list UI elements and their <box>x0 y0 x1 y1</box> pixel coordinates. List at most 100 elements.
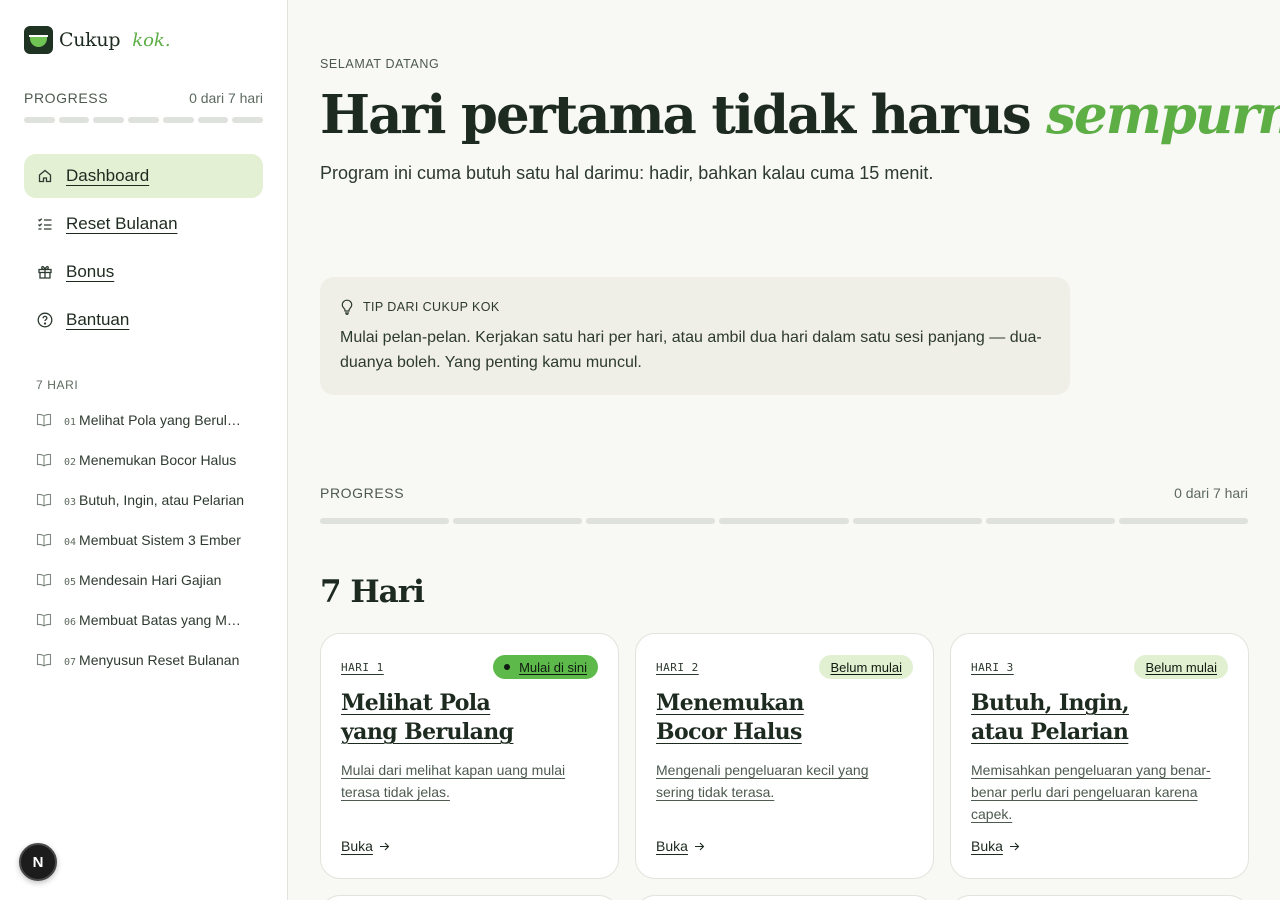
main-nav: Dashboard Reset Bulanan Bonus Bantuan <box>24 154 263 342</box>
card-description: Memisahkan pengeluaran yang benar-benar … <box>971 762 1211 822</box>
day-link-label: 06Membuat Batas yang Masuk Akal <box>64 612 246 628</box>
day-link-06[interactable]: 06Membuat Batas yang Masuk Akal <box>24 600 263 640</box>
days-section-heading: 7 Hari <box>320 574 425 610</box>
open-book-icon <box>36 452 52 468</box>
card-open-link[interactable]: Buka <box>656 838 705 854</box>
card-day-label: HARI 1 <box>341 660 384 674</box>
progress-segment <box>93 117 125 123</box>
page-subtitle: Program ini cuma butuh satu hal darimu: … <box>320 163 934 183</box>
open-book-icon <box>36 572 52 588</box>
help-circle-icon <box>37 312 53 328</box>
home-icon <box>37 168 53 184</box>
progress-segment <box>320 518 450 524</box>
day-card-partial <box>950 895 1249 900</box>
arrow-right-icon <box>1009 842 1020 851</box>
page-title: Hari pertama tidak harus sempurna. <box>320 84 1280 146</box>
nav-item-bantuan[interactable]: Bantuan <box>24 298 263 342</box>
days-section-title: 7 HARI <box>36 378 79 392</box>
brand-tagline: kok. <box>132 29 171 51</box>
open-book-icon <box>36 612 52 628</box>
progress-segment <box>453 518 583 524</box>
sidebar-progress: PROGRESS 0 dari 7 hari <box>24 90 264 123</box>
progress-segment <box>197 117 229 123</box>
next-cards-row <box>320 895 1249 900</box>
brand[interactable]: Cukup kok. <box>24 26 263 54</box>
arrow-right-icon <box>694 842 705 851</box>
status-dot-icon <box>504 664 511 670</box>
main-progress-count: 0 dari 7 hari <box>1174 485 1248 501</box>
nav-item-dashboard[interactable]: Dashboard <box>24 154 263 198</box>
floating-n-button[interactable]: N <box>19 843 57 881</box>
tip-body: Mulai pelan-pelan. Kerjakan satu hari pe… <box>340 329 1042 371</box>
progress-segment <box>852 518 982 524</box>
main-progress: PROGRESS 0 dari 7 hari <box>320 485 1248 524</box>
day-link-03[interactable]: 03 Butuh, Ingin, atau Pelarian <box>24 480 263 520</box>
progress-segment <box>985 518 1115 524</box>
day-cards: HARI 1 Mulai di sini Melihat Pola yang Be… <box>320 633 1249 879</box>
days-list: 01 Melihat Pola yang Berulang 02 Menemukan… <box>24 400 263 680</box>
card-description: Mulai dari melihat kapan uang mulai tera… <box>341 762 566 800</box>
day-link-05[interactable]: 05 Mendesain Hari Gajian <box>24 560 263 600</box>
card-open-link[interactable]: Buka <box>341 838 390 854</box>
day-card-2[interactable]: HARI 2 Belum mulai Menemukan Bocor Halus … <box>635 633 934 879</box>
day-link-label: 02 Menemukan Bocor Halus <box>64 452 237 468</box>
progress-segment <box>719 518 849 524</box>
day-link-label: 03 Butuh, Ingin, atau Pelarian <box>64 492 245 508</box>
card-title[interactable]: Melihat Pola yang Berulang <box>341 689 571 747</box>
status-badge: Belum mulai <box>1134 655 1228 679</box>
progress-segment <box>128 117 159 123</box>
day-link-04[interactable]: 04 Membuat Sistem 3 Ember <box>24 520 263 560</box>
page-title-accent: sempurna <box>1046 84 1280 146</box>
sidebar-progress-bar <box>24 117 264 123</box>
day-card-1[interactable]: HARI 1 Mulai di sini Melihat Pola yang Be… <box>320 633 619 879</box>
day-link-label: 07 Menyusun Reset Bulanan <box>64 652 240 668</box>
card-day-label: HARI 2 <box>656 660 699 674</box>
open-book-icon <box>36 492 52 508</box>
open-book-icon <box>36 412 52 428</box>
day-card-partial <box>320 895 619 900</box>
progress-segment <box>586 518 716 524</box>
sidebar: Cukup kok. PROGRESS 0 dari 7 hari Dashbo… <box>0 0 288 900</box>
card-title[interactable]: Menemukan Bocor Halus <box>656 689 886 747</box>
progress-segment <box>1118 518 1248 524</box>
day-link-02[interactable]: 02 Menemukan Bocor Halus <box>24 440 263 480</box>
tip-box: TIP DARI CUKUP KOK Mulai pelan-pelan. Ke… <box>320 277 1070 395</box>
card-description: Mengenali pengeluaran kecil yang sering … <box>656 762 869 800</box>
progress-segment <box>162 117 194 123</box>
sidebar-progress-count: 0 dari 7 hari <box>189 90 263 106</box>
tip-header: TIP DARI CUKUP KOK <box>340 299 1050 315</box>
card-day-label: HARI 3 <box>971 660 1014 674</box>
open-book-icon <box>36 532 52 548</box>
status-badge: Belum mulai <box>819 655 913 679</box>
sidebar-progress-label: PROGRESS <box>24 90 109 106</box>
day-link-label: 01 Melihat Pola yang Berulang <box>64 412 246 428</box>
card-open-link[interactable]: Buka <box>971 838 1020 854</box>
open-book-icon <box>36 652 52 668</box>
nav-item-reset-bulanan[interactable]: Reset Bulanan <box>24 202 263 246</box>
day-link-label: 04 Membuat Sistem 3 Ember <box>64 532 241 548</box>
arrow-right-icon <box>379 842 390 851</box>
status-badge: Mulai di sini <box>493 655 598 679</box>
checklist-icon <box>37 216 53 232</box>
day-link-07[interactable]: 07 Menyusun Reset Bulanan <box>24 640 263 680</box>
nav-item-label: Reset Bulanan <box>66 214 178 233</box>
nav-item-label: Dashboard <box>66 166 150 185</box>
day-card-3[interactable]: HARI 3 Belum mulai Butuh, Ingin, atau Pel… <box>950 633 1249 879</box>
main-progress-label: PROGRESS <box>320 485 405 501</box>
nav-item-bonus[interactable]: Bonus <box>24 250 263 294</box>
day-link-01[interactable]: 01 Melihat Pola yang Berulang <box>24 400 263 440</box>
bowl-logo-icon <box>24 26 53 54</box>
main-progress-bar <box>320 518 1248 524</box>
lightbulb-icon <box>340 299 354 315</box>
day-link-label: 05 Mendesain Hari Gajian <box>64 572 222 588</box>
gift-icon <box>37 264 53 280</box>
nav-item-label: Bantuan <box>66 310 130 329</box>
welcome-eyebrow: SELAMAT DATANG <box>320 57 440 71</box>
tip-title: TIP DARI CUKUP KOK <box>363 300 500 314</box>
brand-name: Cukup <box>59 29 121 51</box>
progress-segment <box>58 117 90 123</box>
card-title[interactable]: Butuh, Ingin, atau Pelarian <box>971 689 1201 747</box>
nav-item-label: Bonus <box>66 262 115 281</box>
day-card-partial <box>635 895 934 900</box>
progress-segment <box>24 117 55 123</box>
